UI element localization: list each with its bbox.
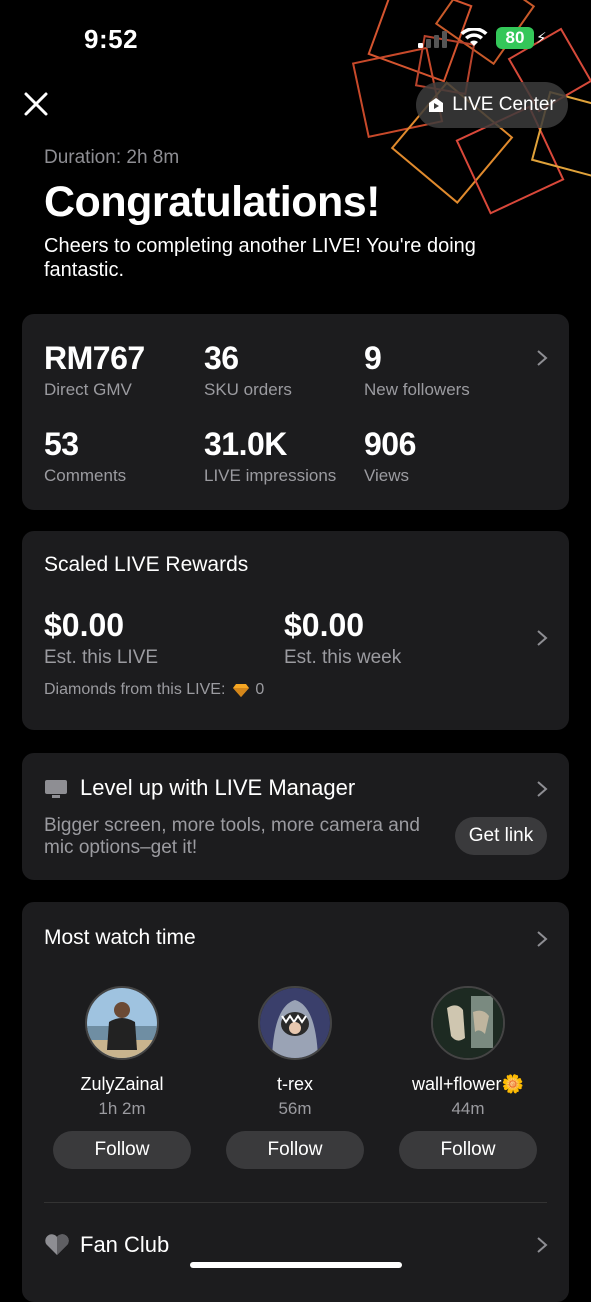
- most-watch-time-card: Most watch time ZulyZainal 1h 2m Follow: [22, 902, 569, 1302]
- monitor-icon: [45, 780, 67, 798]
- viewer-name: t-rex: [277, 1074, 313, 1094]
- chevron-right-icon[interactable]: [536, 349, 548, 367]
- rewards-title: Scaled LIVE Rewards: [44, 553, 249, 576]
- viewer-watch-time: 56m: [278, 1099, 312, 1118]
- live-manager-description: Bigger screen, more tools, more camera a…: [44, 815, 420, 858]
- stats-card[interactable]: RM767 Direct GMV 36 SKU orders 9 New fol…: [22, 314, 569, 510]
- avatar[interactable]: [431, 986, 505, 1060]
- cellular-signal-icon: [418, 31, 447, 48]
- chevron-right-icon[interactable]: [536, 629, 548, 647]
- reward-week-value: $0.00: [284, 607, 365, 643]
- chevron-right-icon[interactable]: [536, 1236, 548, 1254]
- diamonds-row: Diamonds from this LIVE: 0: [44, 681, 264, 699]
- divider: [44, 1202, 547, 1203]
- live-manager-card[interactable]: Level up with LIVE Manager Bigger screen…: [22, 753, 569, 880]
- avatar[interactable]: [258, 986, 332, 1060]
- charging-bolt-icon: ⚡: [536, 30, 547, 47]
- stat-value: 9: [364, 340, 382, 376]
- reward-this-live: $0.00 Est. this LIVE: [44, 607, 158, 669]
- stat-label: Views: [364, 466, 410, 485]
- home-indicator[interactable]: [190, 1262, 402, 1268]
- stat-label: SKU orders: [204, 380, 292, 399]
- live-center-button[interactable]: LIVE Center: [416, 82, 568, 128]
- stat-live-impressions: 31.0K LIVE impressions: [204, 426, 336, 486]
- duration-text: Duration: 2h 8m: [44, 147, 180, 168]
- follow-button[interactable]: Follow: [226, 1131, 364, 1169]
- follow-button[interactable]: Follow: [53, 1131, 191, 1169]
- reward-live-label: Est. this LIVE: [44, 647, 159, 668]
- stat-label: LIVE impressions: [204, 466, 337, 485]
- status-time: 9:52: [84, 24, 139, 54]
- viewer-watch-time: 44m: [451, 1099, 485, 1118]
- stat-value: 53: [44, 426, 79, 462]
- fan-club-heart-icon: [45, 1234, 69, 1255]
- viewer-name: ZulyZainal: [80, 1074, 164, 1094]
- reward-live-value: $0.00: [44, 607, 125, 643]
- congratulations-title: Congratulations!: [44, 178, 380, 226]
- diamonds-count: 0: [255, 681, 265, 698]
- live-center-label: LIVE Center: [452, 94, 556, 115]
- wifi-icon: [460, 28, 488, 46]
- avatar[interactable]: [85, 986, 159, 1060]
- chevron-right-icon[interactable]: [536, 930, 548, 948]
- diamond-icon: [233, 684, 250, 697]
- viewer-item: wall+flower🌼 44m Follow: [398, 986, 538, 1169]
- stat-label: Direct GMV: [44, 380, 132, 399]
- stat-sku-orders: 36 SKU orders: [204, 340, 292, 400]
- stat-new-followers: 9 New followers: [364, 340, 470, 400]
- follow-button[interactable]: Follow: [399, 1131, 537, 1169]
- live-center-icon: [429, 98, 444, 112]
- chevron-right-icon[interactable]: [536, 780, 548, 798]
- stat-value: 31.0K: [204, 426, 287, 462]
- status-icons: 80 ⚡: [418, 26, 548, 54]
- fan-club-title[interactable]: Fan Club: [80, 1232, 169, 1258]
- stat-comments: 53 Comments: [44, 426, 126, 486]
- live-manager-title: Level up with LIVE Manager: [80, 775, 356, 800]
- stat-direct-gmv: RM767 Direct GMV: [44, 340, 145, 400]
- stat-views: 906 Views: [364, 426, 416, 486]
- reward-this-week: $0.00 Est. this week: [284, 607, 401, 669]
- rewards-card[interactable]: Scaled LIVE Rewards $0.00 Est. this LIVE…: [22, 531, 569, 730]
- reward-week-label: Est. this week: [284, 647, 402, 668]
- viewer-item: t-rex 56m Follow: [225, 986, 365, 1169]
- battery-indicator: 80: [496, 27, 534, 49]
- stat-value: 36: [204, 340, 239, 376]
- most-watch-time-title: Most watch time: [44, 926, 196, 949]
- viewer-item: ZulyZainal 1h 2m Follow: [52, 986, 192, 1169]
- stat-label: Comments: [44, 466, 127, 485]
- diamonds-label: Diamonds from this LIVE:: [44, 681, 226, 698]
- stat-label: New followers: [364, 380, 470, 399]
- get-link-button[interactable]: Get link: [455, 817, 547, 855]
- stat-value: 906: [364, 426, 416, 462]
- viewer-watch-time: 1h 2m: [98, 1099, 146, 1118]
- stat-value: RM767: [44, 340, 145, 376]
- congratulations-message: Cheers to completing another LIVE! You'r…: [44, 235, 476, 281]
- close-icon[interactable]: [22, 90, 50, 118]
- viewer-name: wall+flower🌼: [412, 1074, 524, 1094]
